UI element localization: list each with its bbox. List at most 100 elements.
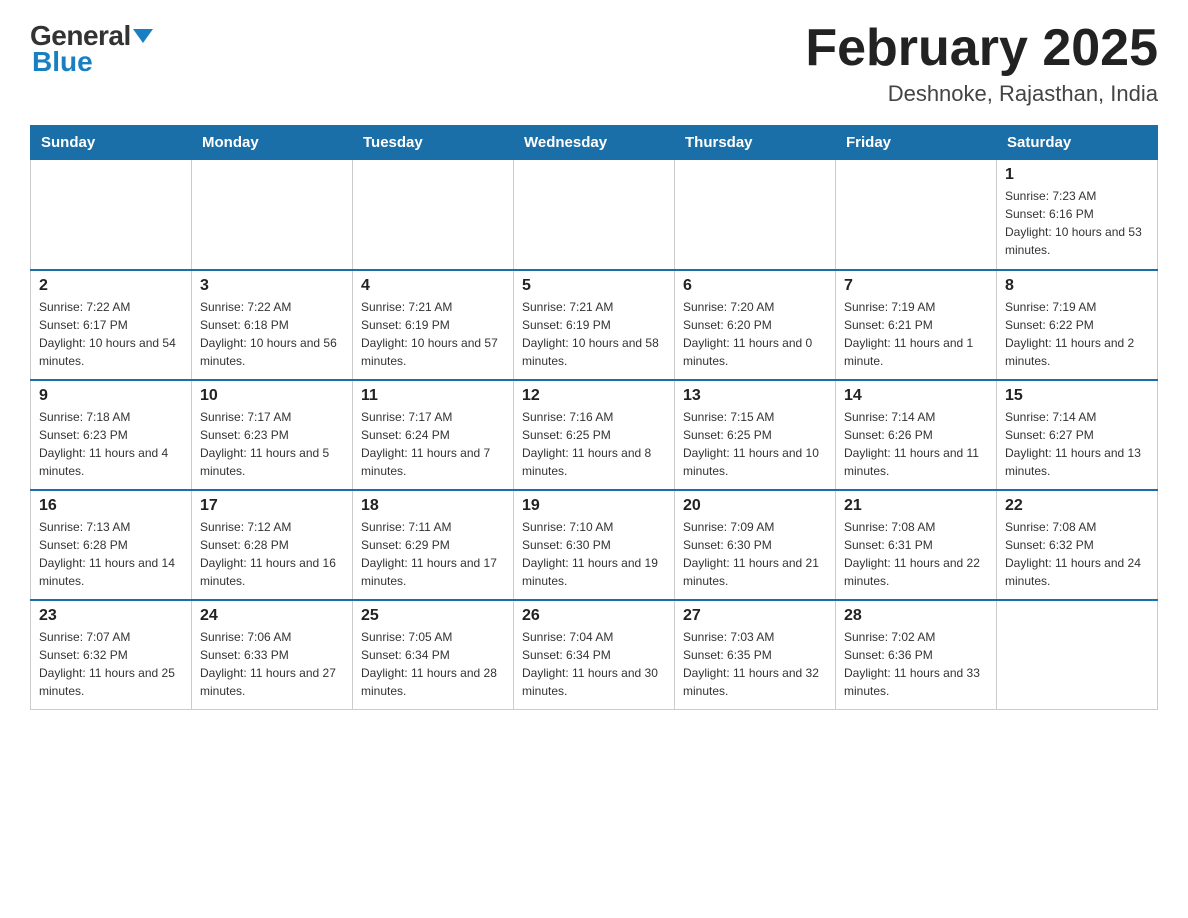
day-cell xyxy=(31,160,192,270)
day-number: 20 xyxy=(683,497,827,515)
day-info: Sunrise: 7:20 AMSunset: 6:20 PMDaylight:… xyxy=(683,298,827,370)
day-number: 17 xyxy=(200,497,344,515)
day-info: Sunrise: 7:16 AMSunset: 6:25 PMDaylight:… xyxy=(522,408,666,480)
day-cell: 5Sunrise: 7:21 AMSunset: 6:19 PMDaylight… xyxy=(514,270,675,380)
day-number: 10 xyxy=(200,387,344,405)
day-number: 7 xyxy=(844,277,988,295)
week-row: 2 Sunrise: 7:22 AMSunset: 6:17 PMDaylight… xyxy=(31,270,1158,380)
header-cell-tuesday: Tuesday xyxy=(353,126,514,160)
day-number: 12 xyxy=(522,387,666,405)
day-cell: 14Sunrise: 7:14 AMSunset: 6:26 PMDayligh… xyxy=(836,380,997,490)
day-cell: 2 Sunrise: 7:22 AMSunset: 6:17 PMDaylight… xyxy=(31,270,192,380)
header-cell-friday: Friday xyxy=(836,126,997,160)
logo: General Blue xyxy=(30,20,153,78)
day-number: 22 xyxy=(1005,497,1149,515)
day-cell: 1 Sunrise: 7:23 AMSunset: 6:16 PMDaylight… xyxy=(997,160,1158,270)
day-number: 6 xyxy=(683,277,827,295)
day-number: 27 xyxy=(683,607,827,625)
day-number: 28 xyxy=(844,607,988,625)
header-row: SundayMondayTuesdayWednesdayThursdayFrid… xyxy=(31,126,1158,160)
logo-blue-text: Blue xyxy=(30,46,93,78)
day-number: 8 xyxy=(1005,277,1149,295)
day-cell: 17 Sunrise: 7:12 AMSunset: 6:28 PMDayligh… xyxy=(192,490,353,600)
logo-arrow-icon xyxy=(133,29,153,43)
day-cell xyxy=(675,160,836,270)
day-cell xyxy=(514,160,675,270)
day-cell: 26Sunrise: 7:04 AMSunset: 6:34 PMDayligh… xyxy=(514,600,675,710)
day-info: Sunrise: 7:06 AMSunset: 6:33 PMDaylight:… xyxy=(200,628,344,700)
day-info: Sunrise: 7:10 AMSunset: 6:30 PMDaylight:… xyxy=(522,518,666,590)
day-number: 24 xyxy=(200,607,344,625)
day-info: Sunrise: 7:23 AMSunset: 6:16 PMDaylight:… xyxy=(1005,187,1149,259)
header-cell-thursday: Thursday xyxy=(675,126,836,160)
day-cell: 8 Sunrise: 7:19 AMSunset: 6:22 PMDaylight… xyxy=(997,270,1158,380)
day-number: 21 xyxy=(844,497,988,515)
day-cell: 6 Sunrise: 7:20 AMSunset: 6:20 PMDaylight… xyxy=(675,270,836,380)
day-cell: 18 Sunrise: 7:11 AMSunset: 6:29 PMDayligh… xyxy=(353,490,514,600)
day-cell: 28Sunrise: 7:02 AMSunset: 6:36 PMDayligh… xyxy=(836,600,997,710)
day-cell: 19 Sunrise: 7:10 AMSunset: 6:30 PMDayligh… xyxy=(514,490,675,600)
week-row: 23 Sunrise: 7:07 AMSunset: 6:32 PMDayligh… xyxy=(31,600,1158,710)
day-cell: 16 Sunrise: 7:13 AMSunset: 6:28 PMDayligh… xyxy=(31,490,192,600)
day-info: Sunrise: 7:18 AMSunset: 6:23 PMDaylight:… xyxy=(39,408,183,480)
day-number: 16 xyxy=(39,497,183,515)
calendar-title: February 2025 xyxy=(805,20,1158,77)
day-info: Sunrise: 7:09 AMSunset: 6:30 PMDaylight:… xyxy=(683,518,827,590)
day-number: 11 xyxy=(361,387,505,405)
day-number: 2 xyxy=(39,277,183,295)
day-info: Sunrise: 7:03 AMSunset: 6:35 PMDaylight:… xyxy=(683,628,827,700)
day-cell: 23 Sunrise: 7:07 AMSunset: 6:32 PMDayligh… xyxy=(31,600,192,710)
day-info: Sunrise: 7:08 AMSunset: 6:31 PMDaylight:… xyxy=(844,518,988,590)
week-row: 1 Sunrise: 7:23 AMSunset: 6:16 PMDaylight… xyxy=(31,160,1158,270)
title-section: February 2025 Deshnoke, Rajasthan, India xyxy=(805,20,1158,107)
day-info: Sunrise: 7:07 AMSunset: 6:32 PMDaylight:… xyxy=(39,628,183,700)
day-cell xyxy=(997,600,1158,710)
header-cell-wednesday: Wednesday xyxy=(514,126,675,160)
day-cell: 4Sunrise: 7:21 AMSunset: 6:19 PMDaylight… xyxy=(353,270,514,380)
day-info: Sunrise: 7:13 AMSunset: 6:28 PMDaylight:… xyxy=(39,518,183,590)
header-cell-monday: Monday xyxy=(192,126,353,160)
day-number: 9 xyxy=(39,387,183,405)
day-cell: 20 Sunrise: 7:09 AMSunset: 6:30 PMDayligh… xyxy=(675,490,836,600)
calendar-subtitle: Deshnoke, Rajasthan, India xyxy=(805,81,1158,107)
header-cell-saturday: Saturday xyxy=(997,126,1158,160)
page-header: General Blue February 2025 Deshnoke, Raj… xyxy=(30,20,1158,107)
day-info: Sunrise: 7:21 AMSunset: 6:19 PMDaylight:… xyxy=(522,298,666,370)
day-info: Sunrise: 7:22 AMSunset: 6:18 PMDaylight:… xyxy=(200,298,344,370)
week-row: 16 Sunrise: 7:13 AMSunset: 6:28 PMDayligh… xyxy=(31,490,1158,600)
day-cell: 21 Sunrise: 7:08 AMSunset: 6:31 PMDayligh… xyxy=(836,490,997,600)
day-info: Sunrise: 7:17 AMSunset: 6:24 PMDaylight:… xyxy=(361,408,505,480)
day-cell: 13Sunrise: 7:15 AMSunset: 6:25 PMDayligh… xyxy=(675,380,836,490)
day-number: 1 xyxy=(1005,166,1149,184)
day-cell: 22 Sunrise: 7:08 AMSunset: 6:32 PMDayligh… xyxy=(997,490,1158,600)
day-info: Sunrise: 7:12 AMSunset: 6:28 PMDaylight:… xyxy=(200,518,344,590)
day-info: Sunrise: 7:11 AMSunset: 6:29 PMDaylight:… xyxy=(361,518,505,590)
day-info: Sunrise: 7:19 AMSunset: 6:22 PMDaylight:… xyxy=(1005,298,1149,370)
day-cell xyxy=(836,160,997,270)
day-info: Sunrise: 7:14 AMSunset: 6:27 PMDaylight:… xyxy=(1005,408,1149,480)
day-number: 3 xyxy=(200,277,344,295)
day-number: 15 xyxy=(1005,387,1149,405)
calendar-table: SundayMondayTuesdayWednesdayThursdayFrid… xyxy=(30,125,1158,710)
day-cell: 25Sunrise: 7:05 AMSunset: 6:34 PMDayligh… xyxy=(353,600,514,710)
day-number: 19 xyxy=(522,497,666,515)
day-cell xyxy=(192,160,353,270)
day-cell xyxy=(353,160,514,270)
day-info: Sunrise: 7:15 AMSunset: 6:25 PMDaylight:… xyxy=(683,408,827,480)
day-info: Sunrise: 7:08 AMSunset: 6:32 PMDaylight:… xyxy=(1005,518,1149,590)
week-row: 9 Sunrise: 7:18 AMSunset: 6:23 PMDaylight… xyxy=(31,380,1158,490)
day-cell: 15 Sunrise: 7:14 AMSunset: 6:27 PMDayligh… xyxy=(997,380,1158,490)
day-number: 26 xyxy=(522,607,666,625)
day-number: 23 xyxy=(39,607,183,625)
day-cell: 12 Sunrise: 7:16 AMSunset: 6:25 PMDayligh… xyxy=(514,380,675,490)
day-cell: 24 Sunrise: 7:06 AMSunset: 6:33 PMDayligh… xyxy=(192,600,353,710)
day-cell: 10Sunrise: 7:17 AMSunset: 6:23 PMDayligh… xyxy=(192,380,353,490)
day-cell: 9 Sunrise: 7:18 AMSunset: 6:23 PMDaylight… xyxy=(31,380,192,490)
day-info: Sunrise: 7:21 AMSunset: 6:19 PMDaylight:… xyxy=(361,298,505,370)
day-info: Sunrise: 7:14 AMSunset: 6:26 PMDaylight:… xyxy=(844,408,988,480)
day-info: Sunrise: 7:22 AMSunset: 6:17 PMDaylight:… xyxy=(39,298,183,370)
day-cell: 7Sunrise: 7:19 AMSunset: 6:21 PMDaylight… xyxy=(836,270,997,380)
day-cell: 3 Sunrise: 7:22 AMSunset: 6:18 PMDaylight… xyxy=(192,270,353,380)
day-cell: 11 Sunrise: 7:17 AMSunset: 6:24 PMDayligh… xyxy=(353,380,514,490)
day-number: 18 xyxy=(361,497,505,515)
